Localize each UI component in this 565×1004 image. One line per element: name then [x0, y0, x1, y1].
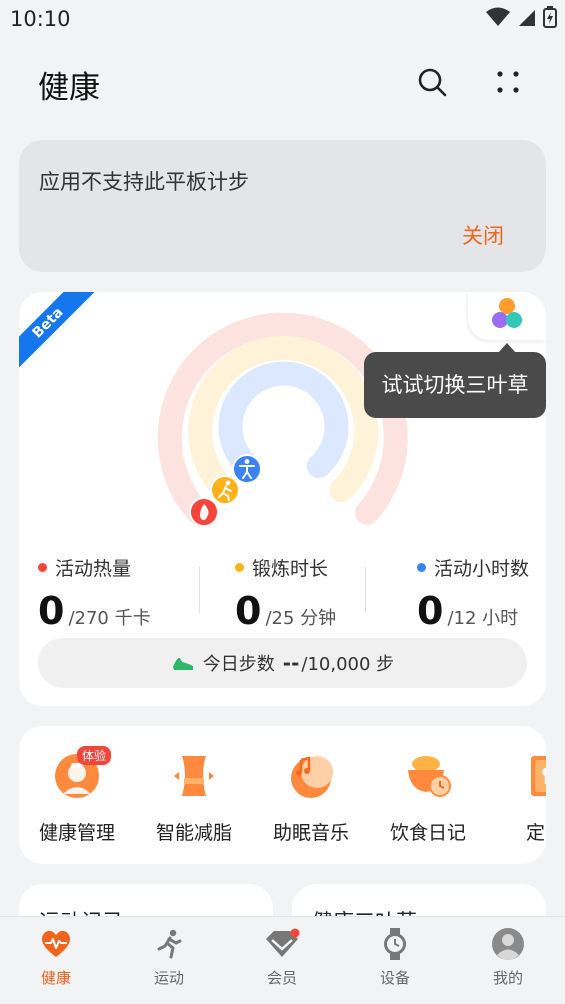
service-label: 饮食日记 — [389, 822, 466, 844]
service-label: 定制 — [525, 822, 546, 844]
divider — [365, 567, 366, 613]
nav-exercise[interactable]: 运动 — [113, 927, 225, 988]
service-diet-diary[interactable]: 饮食日记 — [373, 752, 483, 845]
diamond-icon — [266, 928, 300, 957]
calorie-ring-icon — [189, 497, 219, 527]
nav-label: 会员 — [266, 969, 297, 987]
activity-rings — [157, 312, 408, 527]
stat-calories-label: 活动热量 — [55, 558, 132, 580]
activity-dot — [417, 563, 426, 572]
battery-icon — [543, 6, 557, 28]
stat-calories-value: 0 — [38, 589, 65, 633]
app-header: 健康 — [0, 52, 565, 112]
activity-ring-icon — [232, 454, 262, 484]
heart-pulse-icon — [41, 930, 71, 957]
step-notice-card: 应用不支持此平板计步 关闭 — [19, 140, 546, 272]
watch-icon — [384, 928, 406, 960]
food-bowl-icon — [408, 756, 451, 797]
waist-icon — [174, 756, 214, 796]
trial-badge: 体验 — [77, 746, 112, 765]
divider — [199, 567, 200, 613]
stat-activity-hours: 活动小时数 0/12 小时 — [417, 554, 529, 633]
stat-exercise: 锻炼时长 0/25 分钟 — [235, 554, 336, 633]
shoe-icon — [172, 657, 193, 670]
more-button[interactable] — [488, 62, 528, 102]
calories-dot — [38, 563, 47, 572]
stat-activity-goal: /12 小时 — [447, 608, 519, 629]
service-health-management[interactable]: 体验 健康管理 — [22, 746, 132, 845]
service-label: 健康管理 — [38, 822, 115, 844]
service-label: 智能减脂 — [155, 822, 232, 844]
service-custom-plan[interactable]: 定制 — [490, 752, 546, 845]
service-sleep-music[interactable]: 助眠音乐 — [256, 752, 366, 845]
services-row: 体验 健康管理 智能减脂 助眠音乐 饮食日记 定制 — [19, 726, 546, 864]
stat-calories: 活动热量 0/270 千卡 — [38, 554, 151, 633]
service-label: 助眠音乐 — [272, 822, 349, 844]
status-bar: 10:10 — [0, 0, 565, 40]
notice-close-button[interactable]: 关闭 — [462, 220, 504, 250]
stat-calories-goal: /270 千卡 — [68, 608, 151, 629]
moon-music-icon — [291, 756, 333, 798]
page-title: 健康 — [38, 70, 100, 106]
steps-label: 今日步数 — [202, 654, 275, 675]
search-icon — [418, 68, 447, 97]
steps-goal: /10,000 步 — [301, 654, 395, 675]
nav-health[interactable]: 健康 — [0, 927, 112, 988]
clover-icon — [492, 298, 522, 328]
nav-label: 我的 — [492, 969, 523, 987]
steps-pill[interactable]: 今日步数 --/10,000 步 — [38, 638, 527, 688]
search-button[interactable] — [412, 62, 452, 102]
nav-label: 健康 — [40, 969, 71, 987]
notice-message: 应用不支持此平板计步 — [39, 170, 249, 194]
profile-icon — [492, 928, 524, 960]
status-time: 10:10 — [10, 7, 71, 31]
more-dots-icon — [497, 71, 519, 93]
plan-book-icon — [531, 756, 546, 796]
clover-tooltip[interactable]: 试试切换三叶草 — [364, 343, 546, 418]
steps-value: -- — [282, 651, 300, 675]
stat-exercise-goal: /25 分钟 — [265, 608, 337, 629]
signal-icon — [519, 10, 535, 26]
nav-membership[interactable]: 会员 — [226, 927, 338, 988]
bottom-nav: 健康 运动 会员 设备 我的 — [0, 916, 565, 1004]
exercise-ring-icon — [210, 475, 240, 505]
stat-activity-value: 0 — [417, 589, 444, 633]
runner-icon — [157, 929, 182, 959]
clover-switch-button[interactable] — [468, 292, 546, 340]
stat-exercise-value: 0 — [235, 589, 262, 633]
wifi-icon — [486, 7, 510, 26]
stat-exercise-label: 锻炼时长 — [252, 558, 329, 580]
nav-devices[interactable]: 设备 — [339, 927, 451, 988]
service-smart-fat-loss[interactable]: 智能减脂 — [139, 752, 249, 845]
exercise-dot — [235, 563, 244, 572]
nav-label: 设备 — [379, 969, 410, 987]
nav-label: 运动 — [153, 969, 184, 987]
nav-profile[interactable]: 我的 — [452, 927, 564, 988]
stat-activity-label: 活动小时数 — [434, 558, 530, 580]
